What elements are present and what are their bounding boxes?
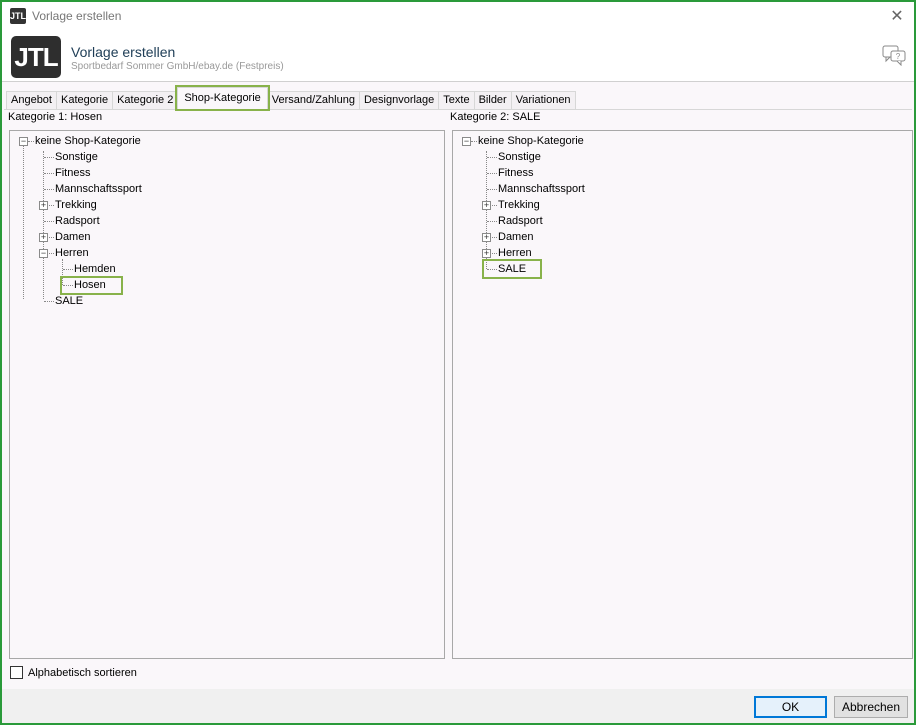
tab-angebot[interactable]: Angebot (6, 91, 57, 109)
tree-node-sonstige[interactable]: Sonstige (498, 150, 541, 164)
tree-node-hemden[interactable]: Hemden (74, 262, 116, 276)
kategorie-2-label: Kategorie 2: SALE (450, 111, 541, 123)
tree-node-trekking[interactable]: Trekking (55, 198, 97, 212)
sort-label: Alphabetisch sortieren (28, 666, 137, 679)
tab-texte[interactable]: Texte (438, 91, 475, 109)
tree-node-mannschaftssport[interactable]: Mannschaftssport (55, 182, 142, 196)
window-title: Vorlage erstellen (32, 9, 122, 23)
expand-icon[interactable]: + (482, 201, 491, 210)
selected-highlight (482, 259, 542, 279)
dialog-title: Vorlage erstellen (71, 44, 176, 60)
tree-connector (487, 157, 497, 158)
tree-node-damen[interactable]: Damen (55, 230, 90, 244)
collapse-icon[interactable]: − (462, 137, 471, 146)
expand-icon[interactable]: + (39, 201, 48, 210)
expand-icon[interactable]: + (482, 249, 491, 258)
tree-connector (49, 237, 54, 238)
tree-node-herren[interactable]: Herren (498, 246, 532, 260)
ok-button[interactable]: OK (754, 696, 827, 718)
alphabetisch-sortieren-checkbox[interactable] (10, 666, 23, 679)
tree-connector (492, 205, 497, 206)
right-category-tree[interactable]: − keine Shop-Kategorie Sonstige Fitness … (452, 130, 913, 659)
tree-node-sonstige[interactable]: Sonstige (55, 150, 98, 164)
tab-kategorie-2[interactable]: Kategorie 2 (112, 91, 179, 109)
expand-icon[interactable]: + (482, 233, 491, 242)
tree-connector (44, 189, 54, 190)
tree-connector (44, 173, 54, 174)
tab-shop-kategorie[interactable]: Shop-Kategorie (175, 85, 270, 111)
tree-connector (63, 269, 73, 270)
sort-option: Alphabetisch sortieren (10, 666, 137, 679)
tab-bilder[interactable]: Bilder (473, 91, 512, 109)
tree-connector (487, 173, 497, 174)
tree-connector (487, 189, 497, 190)
dialog-footer: OK Abbrechen (2, 689, 914, 723)
tree-connector (492, 237, 497, 238)
tab-versand-zahlung[interactable]: Versand/Zahlung (266, 91, 360, 109)
tree-node-root[interactable]: keine Shop-Kategorie (478, 134, 584, 148)
svg-text:?: ? (896, 52, 901, 61)
dialog-window: JTL Vorlage erstellen ✕ JTL Vorlage erst… (0, 0, 916, 725)
tree-connector (471, 141, 477, 142)
tree-connector (44, 301, 54, 302)
tree-node-fitness[interactable]: Fitness (498, 166, 533, 180)
left-category-tree[interactable]: − keine Shop-Kategorie Sonstige Fitness … (9, 130, 445, 659)
tree-node-mannschaftssport[interactable]: Mannschaftssport (498, 182, 585, 196)
tab-designvorlage[interactable]: Designvorlage (358, 91, 440, 109)
tree-node-radsport[interactable]: Radsport (498, 214, 543, 228)
tab-kategorie[interactable]: Kategorie (55, 91, 114, 109)
tree-connector (28, 141, 34, 142)
tree-connector (23, 145, 24, 299)
tree-node-fitness[interactable]: Fitness (55, 166, 90, 180)
tree-node-root[interactable]: keine Shop-Kategorie (35, 134, 141, 148)
jtl-app-icon: JTL (10, 8, 26, 24)
cancel-button[interactable]: Abbrechen (834, 696, 908, 718)
collapse-icon[interactable]: − (39, 249, 48, 258)
tree-connector (49, 253, 54, 254)
tree-node-trekking[interactable]: Trekking (498, 198, 540, 212)
help-chat-icon[interactable]: ? (882, 44, 906, 66)
tree-node-sale[interactable]: SALE (55, 294, 83, 308)
kategorie-1-label: Kategorie 1: Hosen (8, 111, 103, 123)
tab-strip: Angebot Kategorie Kategorie 2 Shop-Kateg… (6, 85, 576, 111)
collapse-icon[interactable]: − (19, 137, 28, 146)
tree-node-herren[interactable]: Herren (55, 246, 89, 260)
tree-connector (44, 221, 54, 222)
expand-icon[interactable]: + (39, 233, 48, 242)
title-bar: JTL Vorlage erstellen ✕ (2, 2, 914, 32)
close-icon[interactable]: ✕ (886, 6, 908, 28)
tree-node-damen[interactable]: Damen (498, 230, 533, 244)
tree-connector (492, 253, 497, 254)
tree-connector (487, 221, 497, 222)
dialog-header: JTL Vorlage erstellen Sportbedarf Sommer… (2, 32, 914, 82)
tree-connector (44, 157, 54, 158)
jtl-logo: JTL (11, 36, 61, 78)
dialog-subtitle: Sportbedarf Sommer GmbH/ebay.de (Festpre… (71, 61, 284, 72)
selected-highlight (60, 276, 123, 295)
tree-node-radsport[interactable]: Radsport (55, 214, 100, 228)
tree-connector (49, 205, 54, 206)
tab-variationen[interactable]: Variationen (510, 91, 576, 109)
